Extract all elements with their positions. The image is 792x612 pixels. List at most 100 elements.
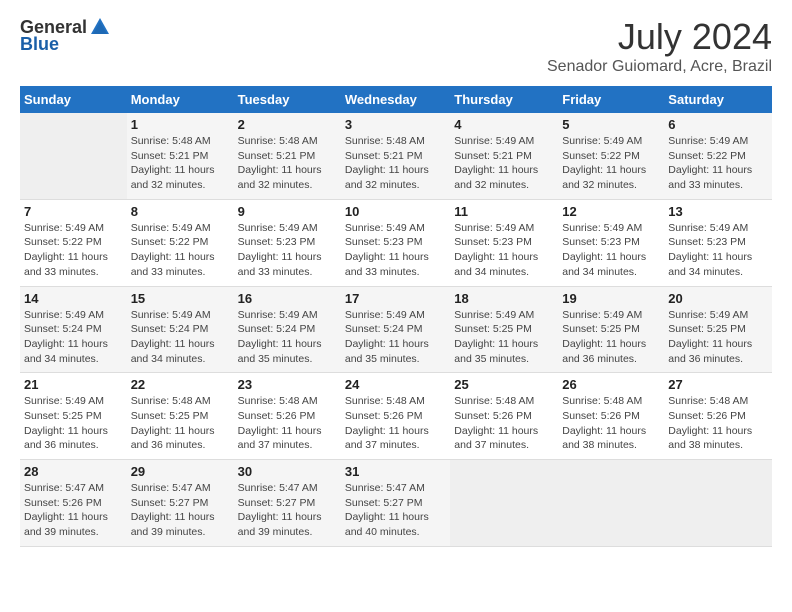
day-number: 30 [238,464,337,479]
subtitle: Senador Guiomard, Acre, Brazil [547,58,772,76]
calendar-cell: 24 Sunrise: 5:48 AM Sunset: 5:26 PM Dayli… [341,373,450,460]
calendar-cell: 13 Sunrise: 5:49 AM Sunset: 5:23 PM Dayli… [664,199,772,286]
day-number: 20 [668,291,768,306]
day-info: Sunrise: 5:49 AM Sunset: 5:22 PM Dayligh… [131,221,230,280]
day-info: Sunrise: 5:49 AM Sunset: 5:24 PM Dayligh… [238,308,337,367]
day-header: Friday [558,86,664,113]
day-info: Sunrise: 5:49 AM Sunset: 5:24 PM Dayligh… [345,308,446,367]
day-info: Sunrise: 5:48 AM Sunset: 5:25 PM Dayligh… [131,394,230,453]
day-info: Sunrise: 5:47 AM Sunset: 5:26 PM Dayligh… [24,481,123,540]
day-number: 5 [562,117,660,132]
day-number: 2 [238,117,337,132]
calendar-cell: 3 Sunrise: 5:48 AM Sunset: 5:21 PM Daylig… [341,113,450,199]
calendar-cell: 7 Sunrise: 5:49 AM Sunset: 5:22 PM Daylig… [20,199,127,286]
day-number: 16 [238,291,337,306]
day-number: 26 [562,377,660,392]
day-info: Sunrise: 5:49 AM Sunset: 5:25 PM Dayligh… [454,308,554,367]
calendar-cell: 23Sunrise: 5:48 AM Sunset: 5:26 PM Dayli… [234,373,341,460]
calendar-cell: 21 Sunrise: 5:49 AM Sunset: 5:25 PM Dayli… [20,373,127,460]
calendar-cell: 20 Sunrise: 5:49 AM Sunset: 5:25 PM Dayli… [664,286,772,373]
day-number: 24 [345,377,446,392]
calendar-cell: 1 Sunrise: 5:48 AM Sunset: 5:21 PM Daylig… [127,113,234,199]
day-info: Sunrise: 5:49 AM Sunset: 5:24 PM Dayligh… [24,308,123,367]
day-info: Sunrise: 5:49 AM Sunset: 5:23 PM Dayligh… [454,221,554,280]
calendar-cell: 26 Sunrise: 5:48 AM Sunset: 5:26 PM Dayli… [558,373,664,460]
logo-icon [89,16,111,38]
day-info: Sunrise: 5:48 AM Sunset: 5:21 PM Dayligh… [345,134,446,193]
calendar-cell: 15Sunrise: 5:49 AM Sunset: 5:24 PM Dayli… [127,286,234,373]
calendar-cell: 31Sunrise: 5:47 AM Sunset: 5:27 PM Dayli… [341,460,450,547]
calendar-cell: 10Sunrise: 5:49 AM Sunset: 5:23 PM Dayli… [341,199,450,286]
title-block: July 2024 Senador Guiomard, Acre, Brazil [547,16,772,76]
day-info: Sunrise: 5:48 AM Sunset: 5:26 PM Dayligh… [562,394,660,453]
day-info: Sunrise: 5:47 AM Sunset: 5:27 PM Dayligh… [238,481,337,540]
day-info: Sunrise: 5:49 AM Sunset: 5:23 PM Dayligh… [668,221,768,280]
day-number: 19 [562,291,660,306]
day-number: 4 [454,117,554,132]
day-info: Sunrise: 5:48 AM Sunset: 5:26 PM Dayligh… [668,394,768,453]
calendar-cell: 16 Sunrise: 5:49 AM Sunset: 5:24 PM Dayli… [234,286,341,373]
calendar-week-row: 21 Sunrise: 5:49 AM Sunset: 5:25 PM Dayli… [20,373,772,460]
calendar-cell: 27Sunrise: 5:48 AM Sunset: 5:26 PM Dayli… [664,373,772,460]
calendar-week-row: 28 Sunrise: 5:47 AM Sunset: 5:26 PM Dayli… [20,460,772,547]
calendar-cell [450,460,558,547]
day-number: 14 [24,291,123,306]
day-info: Sunrise: 5:48 AM Sunset: 5:21 PM Dayligh… [131,134,230,193]
calendar-cell: 25 Sunrise: 5:48 AM Sunset: 5:26 PM Dayli… [450,373,558,460]
main-title: July 2024 [547,16,772,58]
page: General Blue July 2024 Senador Guiomard,… [0,0,792,557]
calendar-cell: 28 Sunrise: 5:47 AM Sunset: 5:26 PM Dayli… [20,460,127,547]
header: General Blue July 2024 Senador Guiomard,… [20,16,772,76]
calendar-cell: 29 Sunrise: 5:47 AM Sunset: 5:27 PM Dayli… [127,460,234,547]
logo: General Blue [20,16,111,55]
day-number: 25 [454,377,554,392]
logo-blue: Blue [20,34,59,55]
calendar-cell: 2 Sunrise: 5:48 AM Sunset: 5:21 PM Daylig… [234,113,341,199]
day-number: 8 [131,204,230,219]
day-number: 9 [238,204,337,219]
day-number: 7 [24,204,123,219]
day-number: 11 [454,204,554,219]
calendar-cell: 22 Sunrise: 5:48 AM Sunset: 5:25 PM Dayli… [127,373,234,460]
calendar-cell: 11 Sunrise: 5:49 AM Sunset: 5:23 PM Dayli… [450,199,558,286]
day-number: 29 [131,464,230,479]
day-info: Sunrise: 5:49 AM Sunset: 5:23 PM Dayligh… [562,221,660,280]
calendar-cell: 30 Sunrise: 5:47 AM Sunset: 5:27 PM Dayli… [234,460,341,547]
calendar-cell [20,113,127,199]
day-info: Sunrise: 5:49 AM Sunset: 5:25 PM Dayligh… [24,394,123,453]
calendar-cell: 19 Sunrise: 5:49 AM Sunset: 5:25 PM Dayli… [558,286,664,373]
calendar-cell: 9 Sunrise: 5:49 AM Sunset: 5:23 PM Daylig… [234,199,341,286]
day-info: Sunrise: 5:48 AM Sunset: 5:26 PM Dayligh… [238,394,337,453]
days-header-row: SundayMondayTuesdayWednesdayThursdayFrid… [20,86,772,113]
calendar-cell: 8 Sunrise: 5:49 AM Sunset: 5:22 PM Daylig… [127,199,234,286]
day-info: Sunrise: 5:49 AM Sunset: 5:23 PM Dayligh… [345,221,446,280]
day-number: 3 [345,117,446,132]
day-info: Sunrise: 5:49 AM Sunset: 5:25 PM Dayligh… [562,308,660,367]
day-info: Sunrise: 5:48 AM Sunset: 5:26 PM Dayligh… [345,394,446,453]
day-info: Sunrise: 5:49 AM Sunset: 5:24 PM Dayligh… [131,308,230,367]
calendar-table: SundayMondayTuesdayWednesdayThursdayFrid… [20,86,772,547]
day-info: Sunrise: 5:47 AM Sunset: 5:27 PM Dayligh… [131,481,230,540]
calendar-week-row: 1 Sunrise: 5:48 AM Sunset: 5:21 PM Daylig… [20,113,772,199]
calendar-cell: 17Sunrise: 5:49 AM Sunset: 5:24 PM Dayli… [341,286,450,373]
day-number: 18 [454,291,554,306]
day-info: Sunrise: 5:48 AM Sunset: 5:26 PM Dayligh… [454,394,554,453]
day-header: Wednesday [341,86,450,113]
day-number: 21 [24,377,123,392]
calendar-week-row: 14 Sunrise: 5:49 AM Sunset: 5:24 PM Dayli… [20,286,772,373]
day-number: 31 [345,464,446,479]
day-info: Sunrise: 5:49 AM Sunset: 5:22 PM Dayligh… [24,221,123,280]
day-header: Thursday [450,86,558,113]
day-info: Sunrise: 5:49 AM Sunset: 5:23 PM Dayligh… [238,221,337,280]
day-number: 13 [668,204,768,219]
day-number: 1 [131,117,230,132]
day-info: Sunrise: 5:49 AM Sunset: 5:22 PM Dayligh… [562,134,660,193]
day-info: Sunrise: 5:48 AM Sunset: 5:21 PM Dayligh… [238,134,337,193]
day-header: Sunday [20,86,127,113]
day-info: Sunrise: 5:49 AM Sunset: 5:25 PM Dayligh… [668,308,768,367]
calendar-cell: 6Sunrise: 5:49 AM Sunset: 5:22 PM Daylig… [664,113,772,199]
day-header: Tuesday [234,86,341,113]
day-number: 28 [24,464,123,479]
calendar-cell [558,460,664,547]
day-number: 22 [131,377,230,392]
